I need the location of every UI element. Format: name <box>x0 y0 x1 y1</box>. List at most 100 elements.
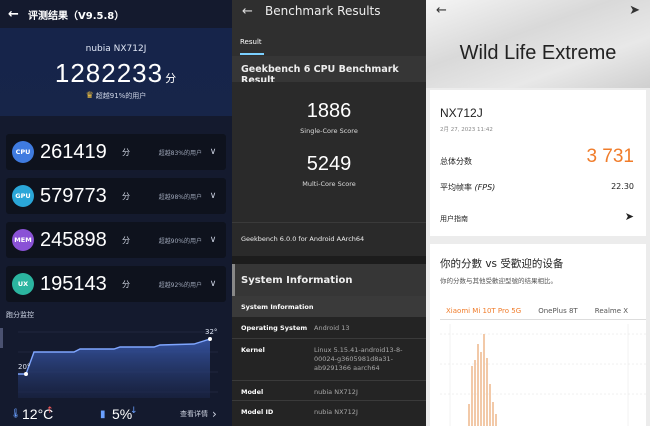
temperature-area <box>18 339 210 398</box>
antutu-title: 评测结果（V9.5.8） <box>28 10 125 22</box>
row-key: Model <box>241 388 264 396</box>
row-key: Kernel <box>241 346 265 354</box>
tab-indicator <box>240 53 264 55</box>
test-title: Wild Life Extreme <box>459 42 617 64</box>
fps-label-text: 平均帧率 <box>440 183 472 192</box>
total-score: 1282233 分 <box>0 58 232 89</box>
device-tabs: Xiaomi Mi 10T Pro 5G OnePlus 8T Realme X <box>440 298 646 320</box>
gpu-beat: 超越98%的用户 <box>158 193 202 201</box>
antutu-footer: 🌡 12°C ↑ ▮ 5% ↓ 查看详情 › <box>0 402 232 426</box>
table-row: Kernel Linux 5.15.41-android13-8-00024-g… <box>232 338 426 380</box>
device-name: nubia NX712J <box>85 44 147 54</box>
battery-icon: ▮ <box>100 408 106 420</box>
user-guide-link[interactable]: 用户指南 <box>440 214 468 224</box>
chevron-down-icon[interactable]: ∨ <box>202 191 224 201</box>
table-row: Model nubia NX712J <box>232 380 426 400</box>
histogram-bar <box>480 352 482 426</box>
histogram-bar <box>495 414 497 426</box>
monitor-label: 跑分监控 <box>6 311 34 319</box>
histogram-bar <box>474 360 476 426</box>
chevron-down-icon[interactable]: ∨ <box>202 147 224 157</box>
tab-result[interactable]: Result <box>240 38 262 46</box>
result-card: NX712J 2月 27, 2023 11:42 总体分数 3 731 平均帧率… <box>430 90 646 236</box>
comparison-card: 你的分數 vs 受歡迎的设备 你的分数与其他受歡迎型號的结果相比。 Xiaomi… <box>430 244 646 426</box>
row-key: Model ID <box>241 408 274 416</box>
score-row-ux[interactable]: UX 195143 分 超越92%的用户 ∨ <box>6 266 226 302</box>
score-label: 总体分数 <box>440 157 472 166</box>
geekbench-title: Benchmark Results <box>265 4 381 18</box>
temperature-start-point <box>24 372 28 376</box>
cpu-badge-icon: CPU <box>12 141 34 163</box>
histogram-bar <box>492 402 494 426</box>
row-value: Android 13 <box>314 324 350 332</box>
tab-device[interactable]: Realme X <box>589 303 634 319</box>
back-arrow-icon[interactable]: ← <box>436 3 447 18</box>
histogram-bars <box>468 334 497 426</box>
chevron-down-icon[interactable]: ∨ <box>202 235 224 245</box>
system-info-heading: System Information <box>232 264 426 296</box>
share-icon[interactable]: ➤ <box>629 3 640 18</box>
temp-end-label: 32° <box>205 328 217 336</box>
thermometer-icon: 🌡 <box>10 409 22 419</box>
back-arrow-icon[interactable]: ← <box>8 7 28 22</box>
mem-score: 245898 <box>40 228 107 251</box>
temperature-chart: 20° 32° <box>18 328 218 398</box>
table-row: Operating System Android 13 <box>232 316 426 338</box>
total-beat-text: 超越91%的用户 <box>95 92 147 100</box>
histogram-bar <box>489 384 491 426</box>
geekbench-appbar: ← Benchmark Results Result <box>232 0 426 56</box>
row-value: Linux 5.15.41-android13-8-00024-g3605981… <box>314 346 403 372</box>
side-handle[interactable] <box>0 328 3 348</box>
total-score-value: 1282233 <box>54 58 164 88</box>
chevron-right-icon[interactable]: › <box>212 407 217 421</box>
total-beat: ♛ 超越91%的用户 <box>0 91 232 101</box>
back-arrow-icon[interactable]: ← <box>242 4 253 19</box>
ux-score: 195143 <box>40 272 107 295</box>
mem-beat: 超越90%的用户 <box>158 237 202 245</box>
histogram-bar <box>486 358 488 426</box>
histogram-bar <box>471 366 473 426</box>
score-row-gpu[interactable]: GPU 579773 分 超越98%的用户 ∨ <box>6 178 226 214</box>
cpu-beat: 超越83%的用户 <box>158 149 202 157</box>
fps-label: 平均帧率 (FPS) <box>440 182 495 193</box>
row-value: nubia NX712J <box>314 408 358 416</box>
test-banner: ← ➤ Wild Life Extreme <box>426 0 650 88</box>
chevron-down-icon[interactable]: ∨ <box>202 279 224 289</box>
system-info-table: System Information Operating System Andr… <box>232 296 426 424</box>
crown-icon: ♛ <box>85 91 94 101</box>
ux-beat: 超越92%的用户 <box>158 281 202 289</box>
ux-badge-icon: UX <box>12 273 34 295</box>
view-detail-link[interactable]: 查看详情 <box>180 409 208 419</box>
score-row-cpu[interactable]: CPU 261419 分 超越83%的用户 ∨ <box>6 134 226 170</box>
total-score-unit: 分 <box>165 73 178 85</box>
mem-badge-icon: MEM <box>12 229 34 251</box>
arrow-up-icon: ↑ <box>46 406 54 416</box>
comparison-title: 你的分數 vs 受歡迎的设备 <box>440 258 564 270</box>
ux-unit: 分 <box>122 279 130 289</box>
multi-core-label: Multi-Core Score <box>302 180 356 188</box>
geekbench-panel: ← Benchmark Results Result Geekbench 6 C… <box>232 0 426 426</box>
score-row-mem[interactable]: MEM 245898 分 超越90%的用户 ∨ <box>6 222 226 258</box>
fps-value: 22.30 <box>611 182 634 191</box>
total-score-card: nubia NX712J 1282233 分 ♛ 超越91%的用户 <box>0 28 232 116</box>
antutu-panel: ← 评测结果（V9.5.8） nubia NX712J 1282233 分 ♛ 超越… <box>0 0 232 426</box>
overall-score: 3 731 <box>586 146 634 167</box>
antutu-topbar: ← 评测结果（V9.5.8） <box>0 0 232 28</box>
multi-core-score: 5249 <box>306 153 352 175</box>
fps-label-en: (FPS) <box>474 183 496 192</box>
tab-device[interactable]: Xiaomi Mi 10T Pro 5G <box>440 303 527 319</box>
row-key: Operating System <box>241 324 308 332</box>
tab-device[interactable]: OnePlus 8T <box>532 303 583 319</box>
geekbench-version: Geekbench 6.0.0 for Android AArch64 <box>232 222 426 256</box>
single-core-label: Single-Core Score <box>300 127 358 135</box>
temp-start-label: 20° <box>18 363 30 371</box>
gpu-badge-icon: GPU <box>12 185 34 207</box>
table-header: System Information <box>241 303 314 311</box>
share-icon[interactable]: ➤ <box>625 210 634 223</box>
device-name: NX712J <box>440 106 483 120</box>
temperature-end-point <box>208 337 212 341</box>
section-accent <box>232 264 235 296</box>
mem-unit: 分 <box>122 235 130 245</box>
gpu-unit: 分 <box>122 191 130 201</box>
row-value: nubia NX712J <box>314 388 358 396</box>
